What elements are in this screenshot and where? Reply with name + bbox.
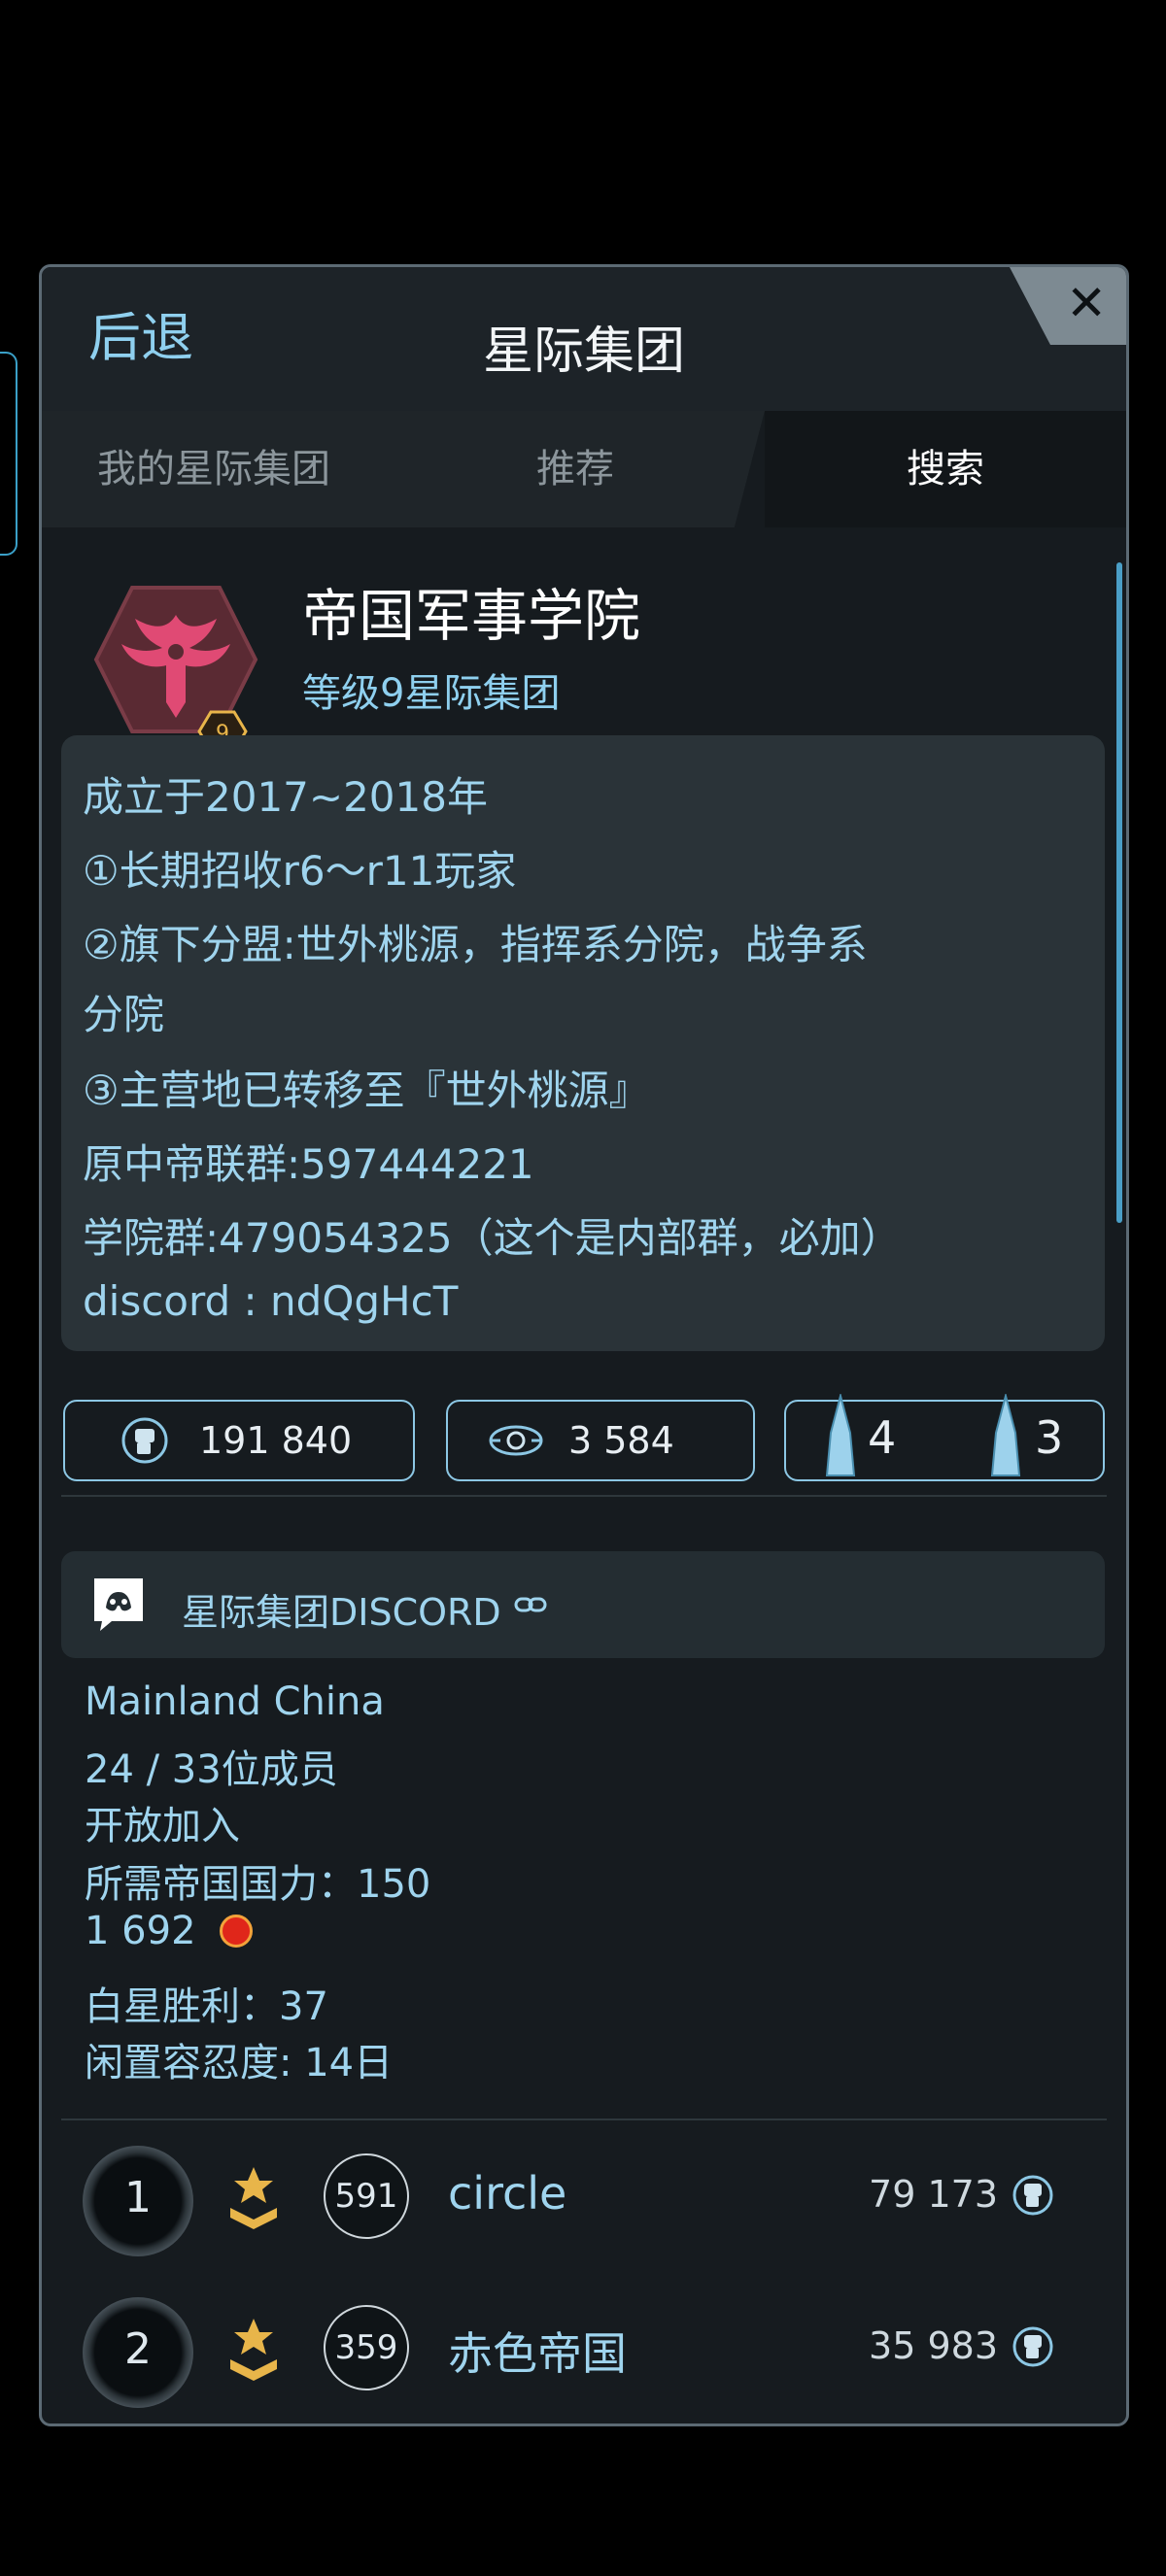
tab-bar: 我的星际集团 推荐 搜索 [42, 411, 1126, 527]
description-line: 分院 [83, 991, 165, 1038]
player-level: 591 [334, 2177, 398, 2216]
fist-icon [1012, 2175, 1053, 2216]
panel-header: 后退 星际集团 ✕ [42, 267, 1126, 411]
red-star-icon [220, 1915, 254, 1948]
member-power: 35 983 [869, 2324, 998, 2367]
power-stat: 191 840 [63, 1400, 415, 1481]
divider [61, 1495, 1107, 1497]
red-star-value: 1 692 [85, 1909, 196, 1953]
tab-recommended[interactable]: 推荐 [386, 411, 765, 527]
description-line: ②旗下分盟:世外桃源，指挥系分院，战争系 [83, 921, 868, 968]
ships-a-value: 4 [868, 1411, 897, 1464]
player-level-badge: 359 [324, 2305, 409, 2390]
required-power: 所需帝国国力：150 [85, 1862, 431, 1907]
description-line: 原中帝联群:597444221 [83, 1140, 534, 1188]
power-value: 191 840 [199, 1419, 353, 1462]
member-row[interactable]: 1 591 circle 79 173 [42, 2132, 1126, 2278]
officer-rank-icon [230, 2167, 277, 2229]
relic-stat: 3 584 [446, 1400, 755, 1481]
battleship-icon [825, 1394, 856, 1476]
discord-icon [94, 1578, 143, 1631]
relic-value: 3 584 [568, 1419, 674, 1462]
fist-icon [1012, 2326, 1053, 2367]
description-line: 学院群:479054325（这个是内部群，必加） [83, 1214, 902, 1262]
ships-stat: 4 3 [784, 1394, 1105, 1481]
player-level-badge: 591 [324, 2153, 409, 2239]
rank-badge: 2 [83, 2297, 193, 2408]
idle-tolerance: 闲置容忍度: 14日 [85, 2041, 394, 2085]
member-name: circle [448, 2167, 567, 2220]
officer-rank-icon [230, 2319, 277, 2381]
player-level: 359 [334, 2328, 398, 2367]
panel-title: 星际集团 [482, 322, 685, 381]
fist-icon [121, 1417, 168, 1464]
tab-search[interactable]: 搜索 [765, 411, 1126, 527]
rank-number: 1 [124, 2173, 152, 2222]
scrollbar[interactable] [1116, 562, 1122, 1223]
ships-b-value: 3 [1035, 1411, 1064, 1464]
relic-icon [489, 1425, 543, 1456]
join-policy: 开放加入 [85, 1804, 240, 1848]
alliance-description: 成立于2017~2018年 ①长期招收r6～r11玩家 ②旗下分盟:世外桃源，指… [61, 735, 1105, 1351]
discord-link-button[interactable]: 星际集团DISCORD [61, 1551, 1105, 1658]
discord-label: 星际集团DISCORD [182, 1591, 501, 1634]
white-star-wins: 白星胜利：37 [85, 1984, 328, 2029]
link-icon [514, 1597, 547, 1612]
alliance-name: 帝国军事学院 [302, 583, 641, 649]
description-line: discord : ndQgHcT [83, 1277, 459, 1325]
alliance-level: 等级9星际集团 [302, 671, 561, 716]
battleship-icon [990, 1394, 1021, 1476]
member-row[interactable]: 2 359 赤色帝国 35 983 [42, 2284, 1126, 2423]
region-text: Mainland China [85, 1679, 385, 1724]
divider [61, 2118, 1107, 2120]
side-edge-tab[interactable] [0, 352, 17, 556]
description-line: 成立于2017~2018年 [83, 773, 488, 821]
rank-badge: 1 [83, 2146, 193, 2256]
description-line: ③主营地已转移至『世外桃源』 [83, 1067, 650, 1114]
alliance-panel: 后退 星际集团 ✕ 我的星际集团 推荐 搜索 9 帝国军事学院 等级9星际集团 … [39, 264, 1129, 2426]
member-power: 79 173 [869, 2173, 998, 2216]
red-star-count: 1 692 [85, 1909, 254, 1953]
dragon-emblem-icon: 9 [93, 586, 258, 751]
member-name: 赤色帝国 [448, 2327, 627, 2380]
rank-number: 2 [124, 2324, 152, 2374]
member-count: 24 / 33位成员 [85, 1747, 338, 1792]
close-icon[interactable]: ✕ [1066, 275, 1107, 331]
description-line: ①长期招收r6～r11玩家 [83, 847, 517, 895]
tab-my-alliance[interactable]: 我的星际集团 [42, 411, 388, 527]
